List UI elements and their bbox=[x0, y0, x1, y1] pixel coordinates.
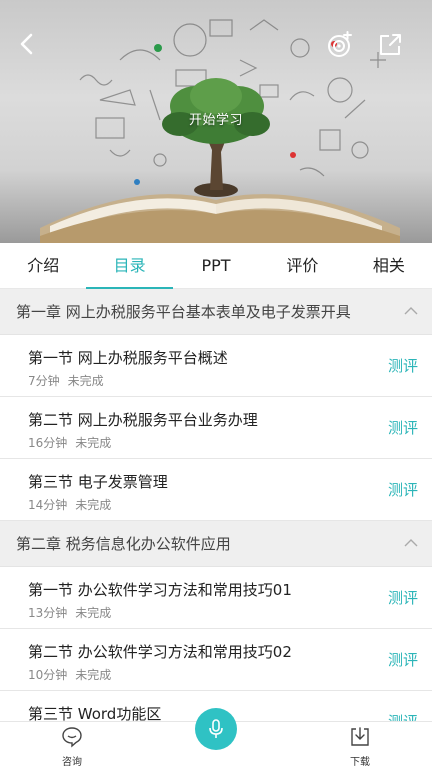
list-item[interactable]: 第一节 办公软件学习方法和常用技巧01 13分钟 未完成 测评 bbox=[0, 567, 432, 629]
section-name: 第三节 Word功能区 bbox=[28, 705, 162, 721]
chevron-up-icon[interactable] bbox=[404, 306, 418, 316]
record-icon[interactable] bbox=[326, 31, 354, 59]
section-name: 第一节 网上办税服务平台概述 bbox=[28, 349, 228, 367]
section-duration: 13分钟 bbox=[28, 606, 68, 620]
chevron-up-icon[interactable] bbox=[404, 538, 418, 548]
back-icon[interactable] bbox=[14, 30, 42, 58]
download-button[interactable]: 下载 bbox=[340, 726, 380, 768]
section-duration: 10分钟 bbox=[28, 668, 68, 682]
consult-label: 咨询 bbox=[62, 757, 82, 768]
microphone-icon bbox=[209, 719, 223, 738]
evaluate-button[interactable]: 测评 bbox=[388, 417, 418, 438]
section-duration: 16分钟 bbox=[28, 436, 68, 450]
chapter-title: 第一章 网上办税服务平台基本表单及电子发票开具 bbox=[16, 303, 351, 321]
section-name: 第二节 网上办税服务平台业务办理 bbox=[28, 411, 258, 429]
section-meta: 13分钟 未完成 bbox=[28, 604, 111, 621]
chat-bubble-icon bbox=[62, 727, 82, 748]
section-duration: 7分钟 bbox=[28, 374, 60, 388]
evaluate-button[interactable]: 测评 bbox=[388, 355, 418, 376]
bottom-bar: 咨询 下载 bbox=[0, 708, 432, 768]
section-status: 未完成 bbox=[67, 374, 104, 388]
chapter-title: 第二章 税务信息化办公软件应用 bbox=[16, 535, 231, 553]
tab-reviews[interactable]: 评价 bbox=[259, 243, 345, 288]
section-name: 第一节 办公软件学习方法和常用技巧01 bbox=[28, 581, 292, 599]
evaluate-button[interactable]: 测评 bbox=[388, 479, 418, 500]
start-learning-button[interactable]: 开始学习 bbox=[174, 107, 258, 135]
list-item[interactable]: 第一节 网上办税服务平台概述 7分钟 未完成 测评 bbox=[0, 335, 432, 397]
section-duration: 14分钟 bbox=[28, 498, 68, 512]
section-status: 未完成 bbox=[75, 668, 112, 682]
tab-intro[interactable]: 介绍 bbox=[0, 243, 86, 288]
tab-ppt[interactable]: PPT bbox=[173, 243, 259, 288]
list-item[interactable]: 第二节 办公软件学习方法和常用技巧02 10分钟 未完成 测评 bbox=[0, 629, 432, 691]
evaluate-button[interactable]: 测评 bbox=[388, 587, 418, 608]
download-icon bbox=[351, 727, 369, 746]
tab-bar: 介绍 目录 PPT 评价 相关 bbox=[0, 243, 432, 289]
section-status: 未完成 bbox=[75, 606, 112, 620]
catalog-list[interactable]: 第一章 网上办税服务平台基本表单及电子发票开具 第一节 网上办税服务平台概述 7… bbox=[0, 289, 432, 721]
voice-button[interactable] bbox=[195, 708, 237, 750]
list-item[interactable]: 第三节 电子发票管理 14分钟 未完成 测评 bbox=[0, 459, 432, 521]
tab-catalog[interactable]: 目录 bbox=[86, 243, 174, 289]
chapter-header[interactable]: 第二章 税务信息化办公软件应用 bbox=[0, 521, 432, 567]
section-name: 第二节 办公软件学习方法和常用技巧02 bbox=[28, 643, 292, 661]
section-meta: 16分钟 未完成 bbox=[28, 434, 111, 451]
section-meta: 7分钟 未完成 bbox=[28, 372, 104, 389]
evaluate-button[interactable]: 测评 bbox=[388, 711, 418, 721]
section-meta: 10分钟 未完成 bbox=[28, 666, 111, 683]
share-icon[interactable] bbox=[376, 31, 404, 59]
chapter-header[interactable]: 第一章 网上办税服务平台基本表单及电子发票开具 bbox=[0, 289, 432, 335]
tab-related[interactable]: 相关 bbox=[346, 243, 432, 288]
course-cover: 开始学习 bbox=[0, 0, 432, 243]
section-status: 未完成 bbox=[75, 436, 112, 450]
download-label: 下载 bbox=[350, 757, 370, 768]
section-name: 第三节 电子发票管理 bbox=[28, 473, 168, 491]
section-status: 未完成 bbox=[75, 498, 112, 512]
consult-button[interactable]: 咨询 bbox=[52, 726, 92, 768]
evaluate-button[interactable]: 测评 bbox=[388, 649, 418, 670]
list-item[interactable]: 第二节 网上办税服务平台业务办理 16分钟 未完成 测评 bbox=[0, 397, 432, 459]
section-meta: 14分钟 未完成 bbox=[28, 496, 111, 513]
